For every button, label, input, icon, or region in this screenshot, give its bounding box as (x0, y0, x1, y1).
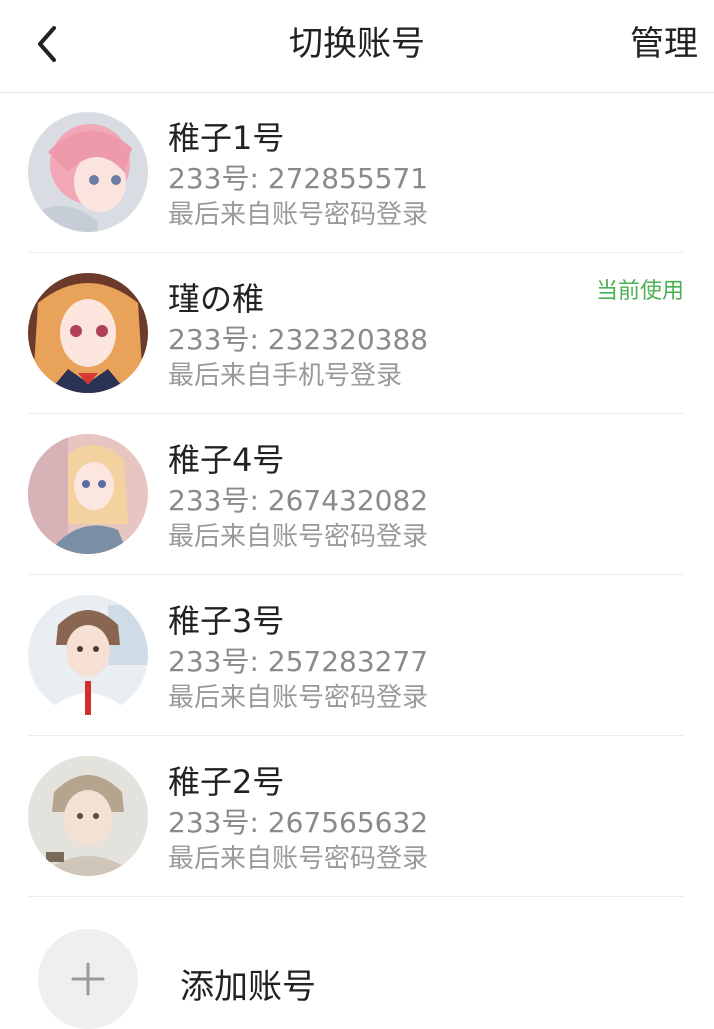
account-login-method: 最后来自账号密码登录 (168, 200, 429, 230)
account-id: 233号: 272855571 (168, 162, 429, 195)
page-title: 切换账号 (289, 24, 425, 64)
account-id: 233号: 267565632 (168, 806, 429, 839)
avatar (28, 273, 148, 393)
account-item[interactable]: 稚子2号 233号: 267565632 最后来自账号密码登录 (0, 736, 714, 897)
avatar (28, 756, 148, 876)
account-login-method: 最后来自账号密码登录 (168, 844, 429, 874)
avatar (28, 112, 148, 232)
account-name: 稚子3号 (168, 602, 285, 640)
add-account-button[interactable]: 添加账号 (0, 897, 714, 1029)
account-name: 稚子4号 (168, 441, 285, 479)
add-account-label: 添加账号 (180, 967, 316, 1007)
avatar (28, 595, 148, 715)
account-name: 瑾の稚 (168, 280, 265, 318)
avatar (28, 434, 148, 554)
account-list: 稚子1号 233号: 272855571 最后来自账号密码登录 瑾の稚 233号… (0, 92, 714, 897)
account-login-method: 最后来自账号密码登录 (168, 683, 429, 713)
add-account-circle (38, 929, 138, 1029)
manage-button[interactable]: 管理 (630, 22, 698, 66)
account-id: 233号: 267432082 (168, 484, 429, 517)
account-item[interactable]: 稚子3号 233号: 257283277 最后来自账号密码登录 (0, 575, 714, 736)
account-login-method: 最后来自账号密码登录 (168, 522, 429, 552)
account-name: 稚子2号 (168, 763, 285, 801)
account-item[interactable]: 瑾の稚 233号: 232320388 最后来自手机号登录 当前使用 (0, 253, 714, 414)
plus-icon (71, 962, 105, 996)
account-name: 稚子1号 (168, 119, 285, 157)
account-id: 233号: 257283277 (168, 645, 429, 678)
current-account-badge: 当前使用 (595, 279, 684, 304)
account-id: 233号: 232320388 (168, 323, 429, 356)
account-item[interactable]: 稚子1号 233号: 272855571 最后来自账号密码登录 (0, 92, 714, 253)
account-login-method: 最后来自手机号登录 (168, 361, 403, 391)
top-bar: 切换账号 管理 (0, 0, 714, 93)
account-item[interactable]: 稚子4号 233号: 267432082 最后来自账号密码登录 (0, 414, 714, 575)
